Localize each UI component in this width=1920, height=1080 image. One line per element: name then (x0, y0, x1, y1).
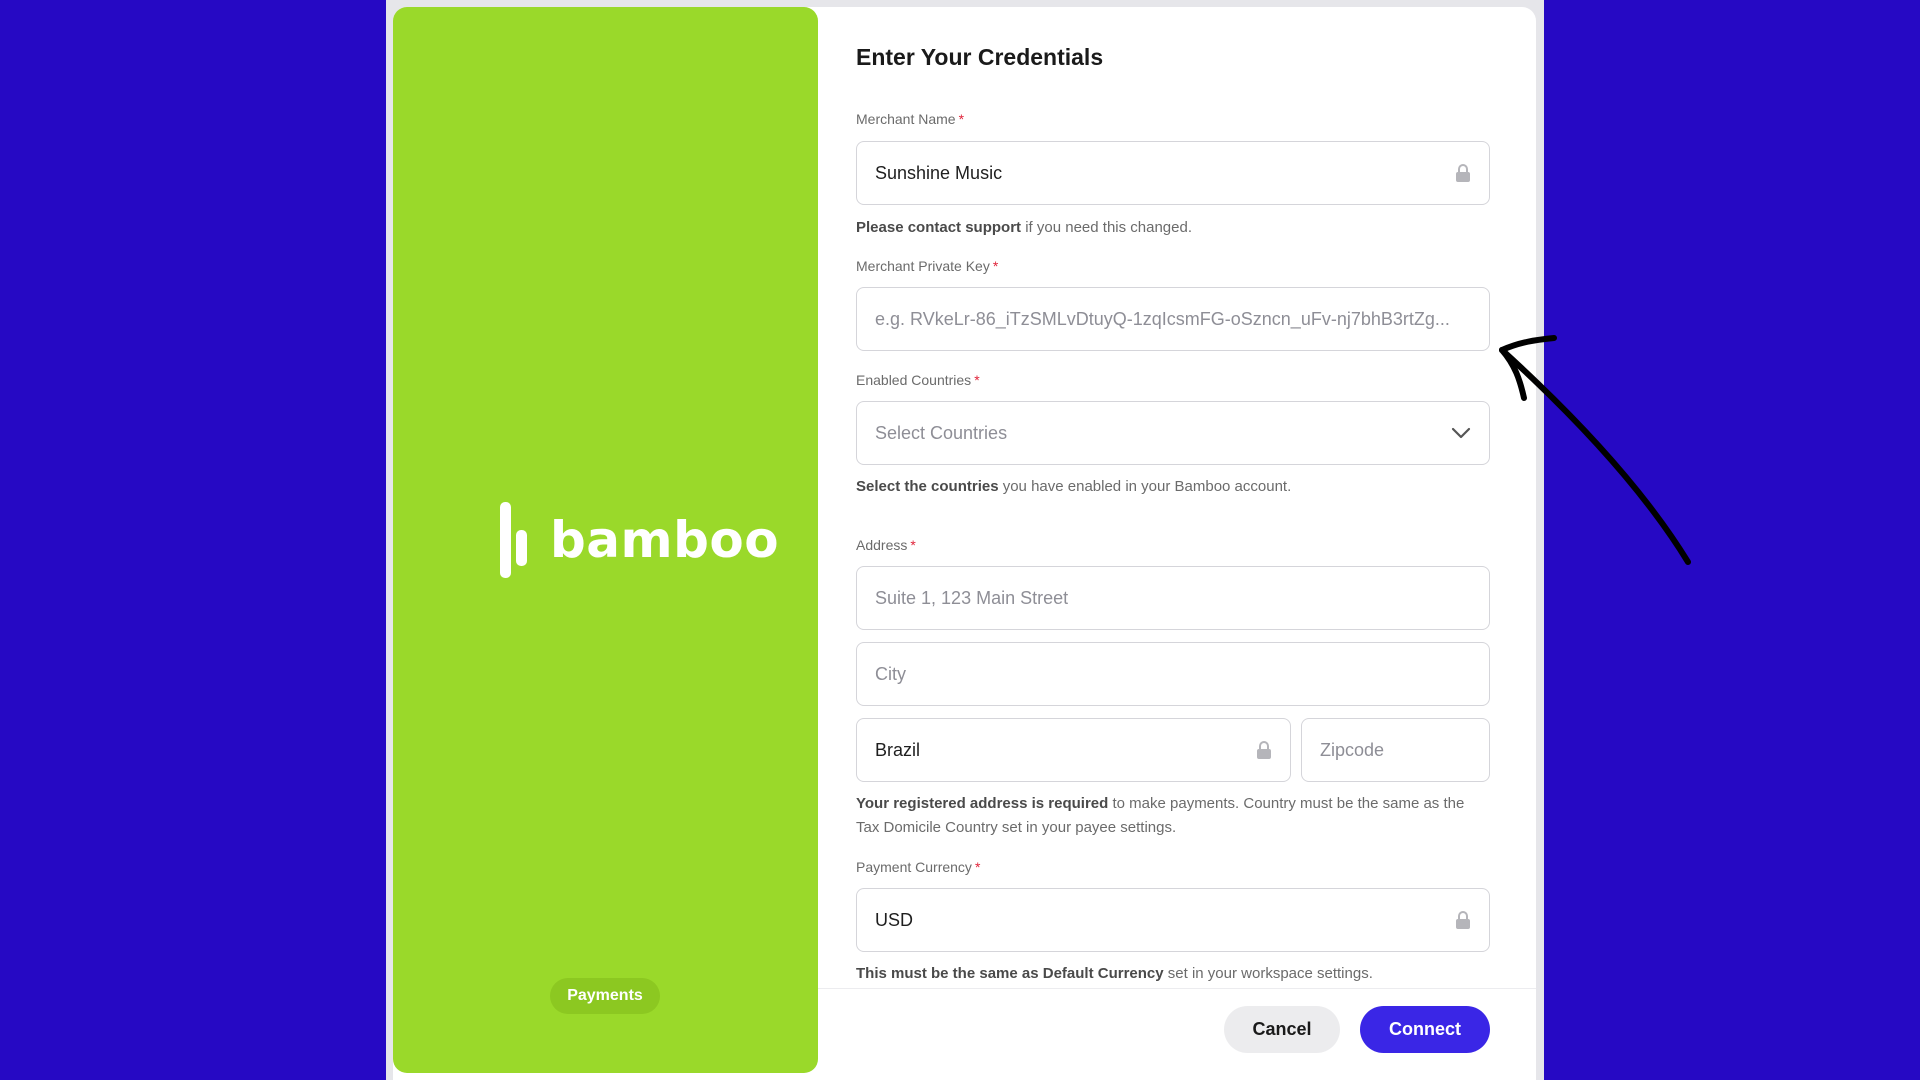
private-key-field[interactable]: e.g. RVkeLr-86_iTzSMLvDtuyQ-1zqIcsmFG-oS… (856, 287, 1490, 351)
brand-name: bamboo (550, 511, 780, 569)
private-key-placeholder: e.g. RVkeLr-86_iTzSMLvDtuyQ-1zqIcsmFG-oS… (875, 308, 1450, 329)
currency-hint: This must be the same as Default Currenc… (856, 965, 1373, 982)
footer-divider (818, 988, 1536, 989)
bamboo-logo-icon (500, 502, 527, 578)
currency-label: Payment Currency * (856, 859, 981, 875)
country-value: Brazil (875, 739, 921, 760)
zipcode-placeholder: Zipcode (1320, 739, 1385, 760)
page-title: Enter Your Credentials (856, 44, 1104, 70)
cancel-button[interactable]: Cancel (1224, 1006, 1340, 1053)
countries-label: Enabled Countries * (856, 372, 980, 388)
merchant-name-field[interactable]: Sunshine Music (856, 141, 1490, 205)
bamboo-logo: bamboo (498, 500, 779, 580)
country-field[interactable]: Brazil (856, 718, 1291, 782)
street-field[interactable]: Suite 1, 123 Main Street (856, 566, 1490, 630)
address-label: Address * (856, 537, 916, 553)
lock-icon (1456, 911, 1470, 929)
countries-hint: Select the countries you have enabled in… (856, 478, 1292, 495)
currency-field[interactable]: USD (856, 888, 1490, 952)
city-placeholder: City (875, 663, 906, 684)
lock-icon (1456, 164, 1470, 182)
merchant-name-label: Merchant Name * (856, 111, 965, 127)
address-hint: Your registered address is required to m… (856, 795, 1465, 836)
countries-placeholder: Select Countries (875, 422, 1008, 443)
lock-icon (1257, 741, 1271, 759)
annotation-arrow-icon (1499, 335, 1691, 565)
merchant-name-value: Sunshine Music (875, 162, 1003, 183)
merchant-name-hint: Please contact support if you need this … (856, 219, 1193, 236)
chevron-down-icon (1451, 427, 1471, 439)
payments-badge: Payments (550, 978, 660, 1014)
street-placeholder: Suite 1, 123 Main Street (875, 587, 1069, 608)
connect-button[interactable]: Connect (1360, 1006, 1490, 1053)
zipcode-field[interactable]: Zipcode (1301, 718, 1490, 782)
private-key-label: Merchant Private Key * (856, 258, 999, 274)
city-field[interactable]: City (856, 642, 1490, 706)
countries-select[interactable]: Select Countries (856, 401, 1490, 465)
currency-value: USD (875, 909, 914, 930)
